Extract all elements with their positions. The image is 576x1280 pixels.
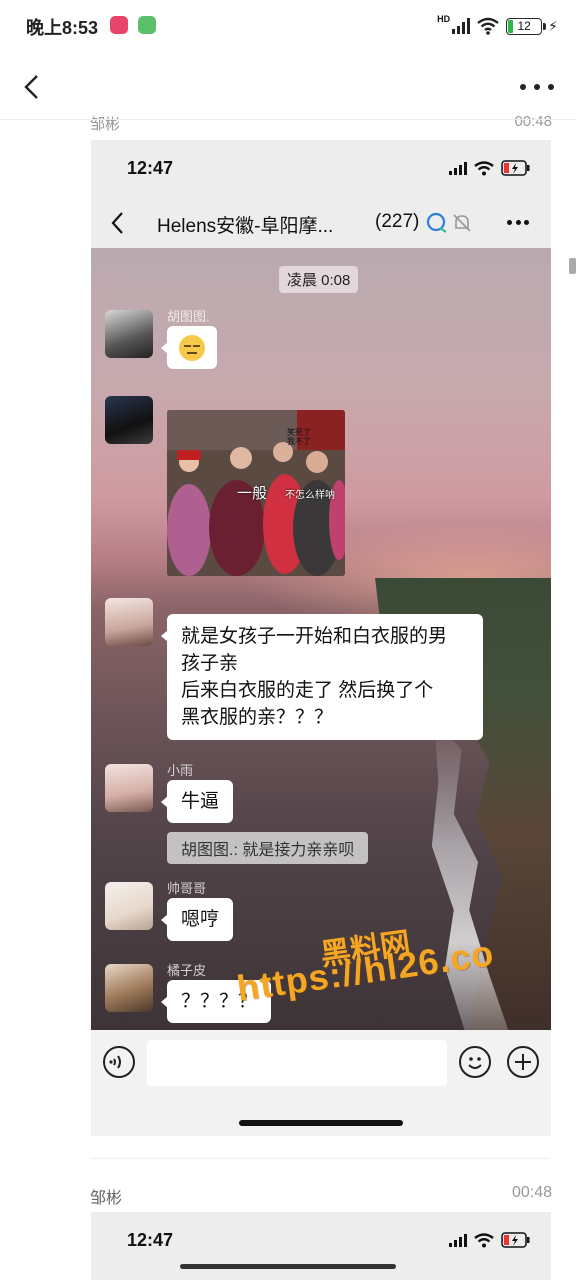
group-title: Helens安徽-阜阳摩... (157, 216, 334, 237)
entry-divider (90, 1158, 550, 1159)
plus-icon[interactable] (507, 1046, 539, 1078)
message-line: 黑衣服的亲？？？ (181, 707, 334, 728)
voice-icon[interactable] (103, 1046, 135, 1078)
message-bubble[interactable]: 嗯哼 (160, 898, 234, 941)
header-divider (0, 119, 576, 120)
avatar[interactable] (105, 598, 153, 646)
avatar[interactable] (105, 964, 153, 1012)
emoji-icon[interactable] (459, 1046, 491, 1078)
tiktok-app-icon (110, 16, 128, 34)
inner-status-time: 12:47 (127, 158, 174, 178)
member-count: (227) (375, 211, 420, 232)
avatar[interactable] (105, 882, 153, 930)
message-text: 牛逼 (181, 791, 220, 812)
partial-sender-name: 邹彬 (90, 116, 121, 133)
status-time: 晚上8:53 (26, 18, 99, 38)
avatar[interactable] (105, 764, 153, 812)
sender-name: 小雨 (167, 763, 194, 778)
entry-timestamp: 00:48 (511, 1184, 552, 1201)
inner-battery-low-icon (501, 160, 530, 176)
message-input-bar (91, 1030, 551, 1136)
battery-level: 12 (517, 18, 531, 33)
gesture-nav-bar[interactable] (180, 1264, 396, 1269)
inner-signal-icon (449, 161, 467, 175)
quoted-reply[interactable]: 胡图图.: 就是接力亲亲呗 (167, 832, 369, 864)
home-indicator (239, 1120, 403, 1126)
inner-more-button[interactable] (507, 220, 529, 226)
android-app-icon (138, 16, 156, 34)
chat-area: 凌晨 0:08 胡图图. 笑死了 我不了 一般 不怎么样呐 就是女孩子一开始和白… (91, 248, 551, 1030)
inner-status-icons (449, 1232, 531, 1248)
wifi-icon (477, 17, 499, 35)
inner-wifi-icon (474, 160, 494, 175)
inner-signal-icon (449, 1233, 467, 1247)
message-timestamp: 凌晨 0:08 (279, 266, 359, 293)
message-text: 嗯哼 (181, 909, 220, 930)
message-line: 就是女孩子一开始和白衣服的男 (181, 626, 448, 647)
unamused-emoji-icon (179, 334, 205, 361)
battery-icon: 12 (506, 17, 547, 35)
sender-name: 邹彬 (90, 1190, 123, 1207)
message-input[interactable] (147, 1040, 447, 1086)
status-bar: 晚上8:53 HD 12 ⚡ (0, 0, 576, 52)
message-line: 孩子亲 (181, 653, 239, 674)
shared-screenshot-partial[interactable]: 12:47 (91, 1212, 551, 1280)
sender-name: 胡图图. (167, 309, 210, 324)
inner-battery-low-icon (501, 1232, 530, 1248)
inner-status-icons (449, 160, 531, 176)
image-caption-top: 笑死了 我不了 (287, 428, 311, 446)
inner-back-icon[interactable] (107, 210, 129, 236)
sender-name: 帅哥哥 (167, 881, 207, 896)
avatar[interactable] (105, 396, 153, 444)
image-message[interactable]: 笑死了 我不了 一般 不怎么样呐 (167, 410, 345, 576)
back-arrow-icon[interactable] (18, 72, 48, 102)
emoji-bubble[interactable] (161, 326, 217, 369)
message-line: 后来白衣服的走了 然后换了个 (181, 680, 434, 701)
avatar[interactable] (105, 310, 153, 358)
inner-status-time: 12:47 (127, 1230, 174, 1250)
status-icons: HD 12 ⚡ (437, 14, 558, 38)
mute-bell-icon (453, 214, 471, 232)
signal-icon (452, 18, 471, 34)
message-bubble[interactable]: 牛逼 (160, 780, 234, 823)
sender-name: 橘子皮 (167, 963, 207, 978)
more-options-button[interactable] (520, 74, 554, 100)
inner-status-bar: 12:47 (91, 140, 551, 200)
hd-label: HD (437, 14, 451, 24)
inner-wifi-icon (474, 1232, 494, 1247)
partial-timestamp: 00:48 (514, 113, 552, 130)
chat-header (0, 60, 576, 114)
group-chat-header: Helens安徽-阜阳摩... (227) (91, 200, 551, 248)
charging-icon: ⚡ (548, 17, 558, 34)
chat-bubble-icon (426, 212, 447, 233)
image-caption-left: 一般 (237, 485, 268, 502)
image-caption-right: 不怎么样呐 (285, 490, 335, 501)
scrollbar[interactable] (569, 258, 576, 274)
message-bubble[interactable]: 就是女孩子一开始和白衣服的男 孩子亲 后来白衣服的走了 然后换了个 黑衣服的亲？… (161, 614, 483, 740)
